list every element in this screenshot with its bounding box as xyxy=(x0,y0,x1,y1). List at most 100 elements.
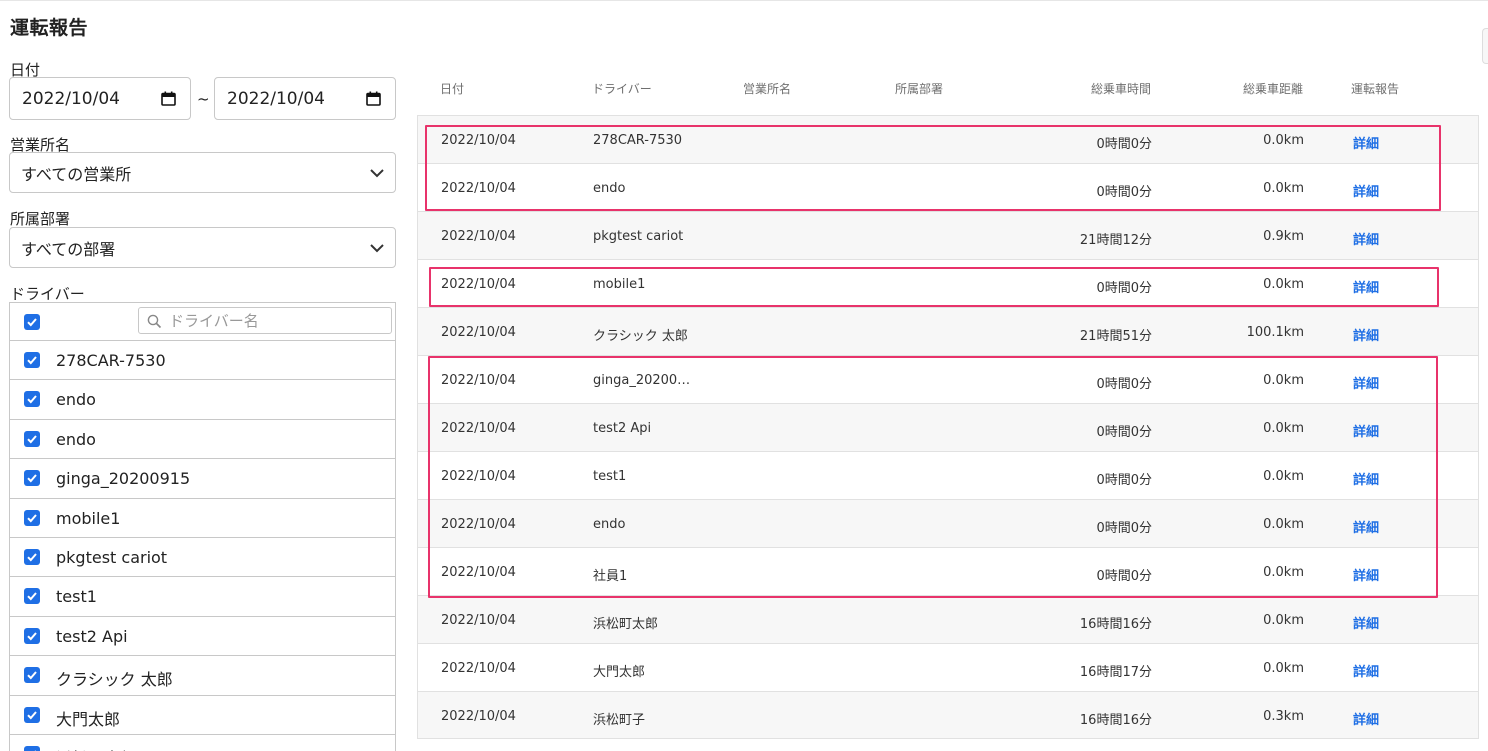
table-row: 2022/10/04 pkgtest cariot 21時間12分 0.9km 詳細 xyxy=(418,212,1478,260)
cell-total-time: 21時間12分 xyxy=(1079,233,1152,248)
driver-checkbox[interactable] xyxy=(24,391,40,408)
driver-name: pkgtest cariot xyxy=(56,547,168,567)
detail-link[interactable]: 詳細 xyxy=(1353,517,1379,536)
date-from-input[interactable]: 2022/10/04 xyxy=(9,77,191,120)
cell-total-distance: 0.0km xyxy=(1263,613,1304,628)
driver-checkbox[interactable] xyxy=(24,627,40,644)
detail-link[interactable]: 詳細 xyxy=(1353,277,1379,296)
column-office[interactable]: 営業所名 xyxy=(743,80,791,97)
detail-link[interactable]: 詳細 xyxy=(1353,613,1379,632)
detail-link[interactable]: 詳細 xyxy=(1353,469,1379,488)
column-total-time[interactable]: 総乗車時間 xyxy=(1091,80,1151,97)
cell-date: 2022/10/04 xyxy=(441,277,516,292)
driver-list-item[interactable]: ginga_20200915 xyxy=(10,459,395,499)
calendar-icon[interactable] xyxy=(161,91,176,106)
calendar-icon[interactable] xyxy=(366,91,381,106)
chevron-down-icon xyxy=(370,169,384,178)
detail-link[interactable]: 詳細 xyxy=(1353,421,1379,440)
driver-list-item[interactable]: クラシック 太郎 xyxy=(10,656,395,696)
driver-label: ドライバー xyxy=(10,285,85,303)
table-row: 2022/10/04 大門太郎 16時間17分 0.0km 詳細 xyxy=(418,644,1478,692)
cell-date: 2022/10/04 xyxy=(441,565,516,580)
detail-link[interactable]: 詳細 xyxy=(1353,709,1379,728)
driver-checkbox[interactable] xyxy=(24,430,40,447)
driver-list-item[interactable]: mobile1 xyxy=(10,499,395,538)
driver-name: test1 xyxy=(56,587,97,607)
driver-search-input[interactable]: ドライバー名 xyxy=(138,307,392,334)
driver-checkbox[interactable] xyxy=(24,745,40,751)
driver-list-item[interactable]: endo xyxy=(10,380,395,420)
detail-link[interactable]: 詳細 xyxy=(1353,325,1379,344)
table-row: 2022/10/04 278CAR-7530 0時間0分 0.0km 詳細 xyxy=(418,116,1478,164)
table-row: 2022/10/04 endo 0時間0分 0.0km 詳細 xyxy=(418,164,1478,212)
department-label: 所属部署 xyxy=(10,210,71,228)
search-icon xyxy=(147,314,162,329)
date-to-value: 2022/10/04 xyxy=(227,88,325,109)
table-row: 2022/10/04 endo 0時間0分 0.0km 詳細 xyxy=(418,500,1478,548)
cell-driver: 浜松町子 xyxy=(593,713,646,728)
detail-link[interactable]: 詳細 xyxy=(1353,181,1379,200)
department-select-value: すべての部署 xyxy=(21,239,116,259)
driver-list-item[interactable]: pkgtest cariot xyxy=(10,538,395,578)
cell-total-time: 0時間0分 xyxy=(1096,473,1152,488)
cell-driver: endo xyxy=(593,517,626,532)
column-driver[interactable]: ドライバー xyxy=(592,80,652,97)
driver-checkbox[interactable] xyxy=(24,706,40,723)
cell-driver: ginga_20200… xyxy=(593,373,691,388)
cell-total-distance: 0.0km xyxy=(1263,277,1304,292)
driver-checkbox[interactable] xyxy=(24,548,40,565)
select-all-checkbox[interactable] xyxy=(24,314,40,330)
driver-list-item[interactable]: test1 xyxy=(10,577,395,617)
cell-date: 2022/10/04 xyxy=(441,517,516,532)
table-row: 2022/10/04 浜松町子 16時間16分 0.3km 詳細 xyxy=(418,692,1478,738)
driver-checkbox[interactable] xyxy=(24,588,40,605)
cell-total-time: 0時間0分 xyxy=(1096,521,1152,536)
column-total-distance[interactable]: 総乗車距離 xyxy=(1243,80,1303,97)
driver-checkbox[interactable] xyxy=(24,352,40,368)
driver-list-item[interactable]: test2 Api xyxy=(10,617,395,657)
cell-total-distance: 0.0km xyxy=(1263,565,1304,580)
cell-total-time: 0時間0分 xyxy=(1096,137,1152,152)
date-to-input[interactable]: 2022/10/04 xyxy=(214,77,396,120)
cell-total-time: 0時間0分 xyxy=(1096,377,1152,392)
column-report: 運転報告 xyxy=(1351,82,1400,96)
driver-checkbox[interactable] xyxy=(24,470,40,487)
cell-total-distance: 0.9km xyxy=(1263,229,1304,244)
side-panel-tab[interactable] xyxy=(1482,28,1488,64)
cell-date: 2022/10/04 xyxy=(441,373,516,388)
cell-total-distance: 0.0km xyxy=(1263,469,1304,484)
driver-checkbox[interactable] xyxy=(24,667,40,684)
column-date[interactable]: 日付 xyxy=(440,80,464,97)
driver-list-item[interactable]: 278CAR-7530 xyxy=(10,341,395,381)
office-select[interactable]: すべての営業所 xyxy=(9,152,396,193)
detail-link[interactable]: 詳細 xyxy=(1353,133,1379,152)
report-table: 2022/10/04 278CAR-7530 0時間0分 0.0km 詳細 2022/10… xyxy=(417,115,1479,739)
cell-total-time: 0時間0分 xyxy=(1096,185,1152,200)
cell-total-distance: 0.0km xyxy=(1263,517,1304,532)
table-header: 日付 ドライバー 営業所名 所属部署 総乗車時間 総乗車距離 運転報告 xyxy=(417,66,1479,114)
driver-name: test2 Api xyxy=(56,626,128,646)
column-department[interactable]: 所属部署 xyxy=(895,80,943,97)
cell-driver: test1 xyxy=(593,469,627,484)
driver-list-item[interactable]: 浜松町太郎 xyxy=(10,735,395,751)
cell-total-time: 0時間0分 xyxy=(1096,281,1152,296)
office-select-value: すべての営業所 xyxy=(21,164,132,184)
cell-total-time: 0時間0分 xyxy=(1096,569,1152,584)
cell-total-distance: 0.0km xyxy=(1263,421,1304,436)
driver-checkbox[interactable] xyxy=(24,509,40,526)
driver-list-item[interactable]: endo xyxy=(10,420,395,460)
driver-name: クラシック 太郎 xyxy=(56,670,173,690)
table-row: 2022/10/04 社員1 0時間0分 0.0km 詳細 xyxy=(418,548,1478,596)
detail-link[interactable]: 詳細 xyxy=(1353,565,1379,584)
driver-list-item[interactable]: 大門太郎 xyxy=(10,696,395,735)
detail-link[interactable]: 詳細 xyxy=(1353,229,1379,248)
driver-list-header: ドライバー名 xyxy=(10,303,395,341)
cell-date: 2022/10/04 xyxy=(441,133,516,148)
top-divider xyxy=(0,0,1488,1)
cell-driver: 278CAR-7530 xyxy=(593,133,683,148)
date-from-value: 2022/10/04 xyxy=(22,88,120,109)
cell-driver: 社員1 xyxy=(593,569,628,584)
detail-link[interactable]: 詳細 xyxy=(1353,373,1379,392)
detail-link[interactable]: 詳細 xyxy=(1353,661,1379,680)
department-select[interactable]: すべての部署 xyxy=(9,227,396,268)
